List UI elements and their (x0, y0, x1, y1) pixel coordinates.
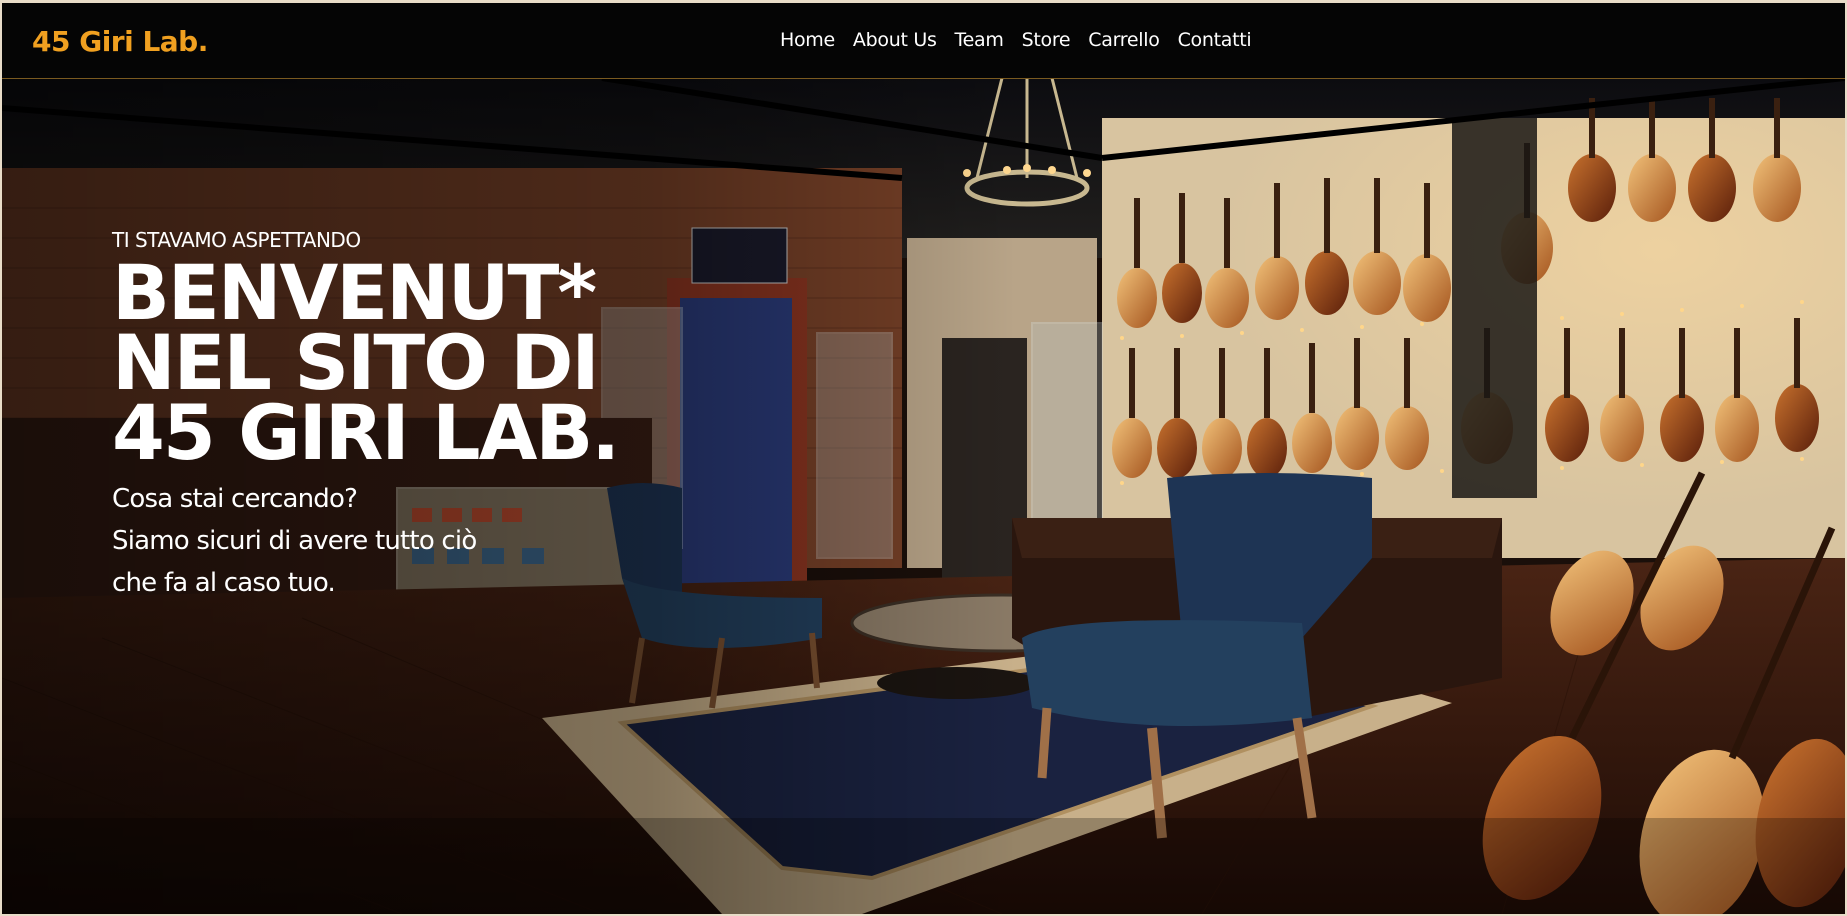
site-logo[interactable]: 45 Giri Lab. (32, 25, 208, 58)
hero-subtext-line: Cosa stai cercando? (112, 484, 358, 514)
nav-item-team[interactable]: Team (955, 29, 1004, 51)
hero-text-block: TI STAVAMO ASPETTANDO BENVENUT* NEL SITO… (112, 228, 672, 604)
nav-item-about-us[interactable]: About Us (853, 29, 937, 51)
hero-subtext-line: Siamo sicuri di avere tutto ciò (112, 526, 477, 556)
hero-subtext: Cosa stai cercando? Siamo sicuri di aver… (112, 478, 492, 604)
page-frame: 45 Giri Lab. Home About Us Team Store Ca… (2, 3, 1845, 914)
hero-subtext-line: che fa al caso tuo. (112, 568, 336, 598)
top-navbar: 45 Giri Lab. Home About Us Team Store Ca… (2, 3, 1845, 79)
nav-item-store[interactable]: Store (1022, 29, 1071, 51)
nav-item-contatti[interactable]: Contatti (1178, 29, 1252, 51)
hero-headline: BENVENUT* NEL SITO DI 45 GIRI LAB. (112, 248, 620, 477)
nav-item-carrello[interactable]: Carrello (1088, 29, 1160, 51)
nav-menu: Home About Us Team Store Carrello Contat… (780, 29, 1269, 51)
nav-item-home[interactable]: Home (780, 29, 835, 51)
